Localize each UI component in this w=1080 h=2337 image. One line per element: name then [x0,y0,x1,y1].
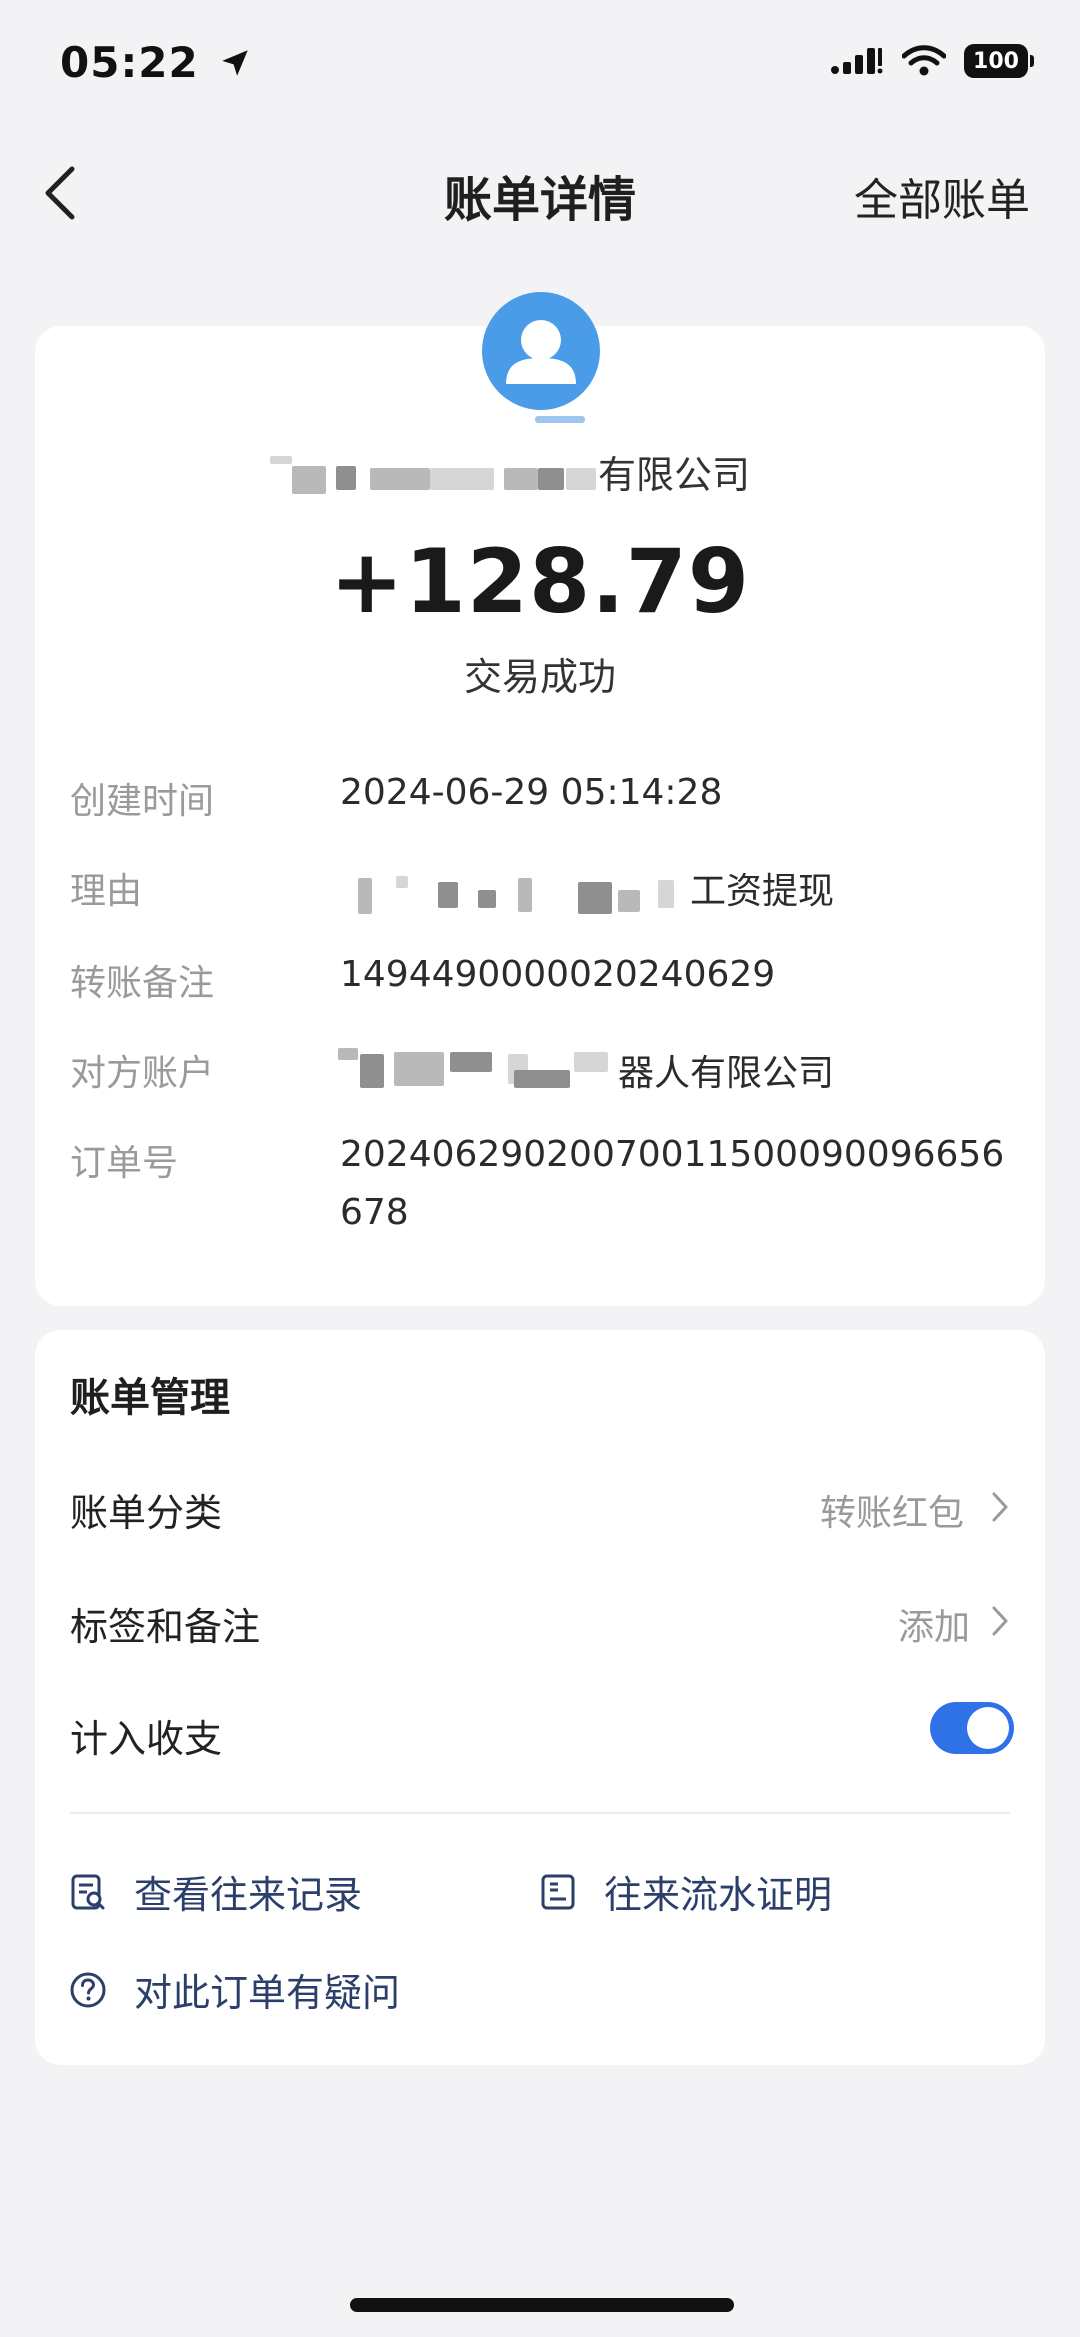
battery-level: 100 [973,48,1019,74]
home-indicator[interactable] [350,2298,734,2312]
order-number-line1: 20240629020070011500090096656 [340,1134,1005,1175]
back-button[interactable] [40,158,100,228]
avatar-underline [535,416,585,423]
counterparty-redacted [338,1044,618,1094]
tags-value: 添加 [898,1607,971,1648]
chevron-right-icon [992,1492,1008,1522]
payee-name [270,446,600,496]
chevron-left-icon [45,166,75,220]
order-number-line2: 678 [340,1192,409,1233]
created-time-value: 2024-06-29 05:14:28 [340,772,723,813]
order-question-label: 对此订单有疑问 [134,1971,401,2015]
status-time-text: 05:22 [60,38,199,87]
document-search-icon [71,1874,105,1909]
avatar [482,292,600,410]
status-indicators: 100 [830,44,1034,78]
reason-label: 理由 [70,871,143,912]
remark-label: 转账备注 [70,963,215,1004]
category-label: 账单分类 [70,1491,223,1535]
transaction-amount: +128.79 [329,530,751,633]
order-question-link[interactable]: 对此订单有疑问 [68,1962,400,2017]
reason-redacted [350,872,680,918]
help-circle-icon [70,1972,106,2007]
cellular-signal-icon [831,48,883,74]
transaction-proof-label: 往来流水证明 [604,1873,833,1917]
all-bills-link[interactable]: 全部账单 [854,164,1030,228]
management-title: 账单管理 [70,1375,230,1421]
location-arrow-icon [222,50,249,76]
chevron-right-icon [992,1606,1008,1636]
remark-value: 1494490000020240629 [340,954,776,995]
reason-value: 工资提现 [690,871,835,912]
counterparty-value: 器人有限公司 [618,1053,835,1094]
wifi-icon [902,45,946,76]
count-in-budget-toggle[interactable] [930,1702,1014,1754]
toggle-knob [967,1707,1009,1749]
transaction-status: 交易成功 [463,655,616,699]
transaction-proof-link[interactable]: 往来流水证明 [538,1864,832,1919]
created-time-label: 创建时间 [70,781,215,822]
payee-name-visible: 有限公司 [598,453,751,497]
divider [70,1812,1010,1814]
category-value: 转账红包 [820,1493,965,1534]
user-icon [506,320,576,384]
counterparty-label: 对方账户 [70,1053,215,1094]
count-in-budget-label: 计入收支 [70,1717,223,1761]
battery-icon: 100 [964,44,1034,78]
bill-management-card [35,1330,1045,2065]
certificate-icon [541,1874,575,1909]
tags-label: 标签和备注 [70,1605,261,1649]
view-history-link[interactable]: 查看往来记录 [68,1864,362,1919]
order-number-label: 订单号 [70,1143,179,1184]
view-history-label: 查看往来记录 [134,1873,363,1917]
status-time: 05:22 [60,38,252,87]
